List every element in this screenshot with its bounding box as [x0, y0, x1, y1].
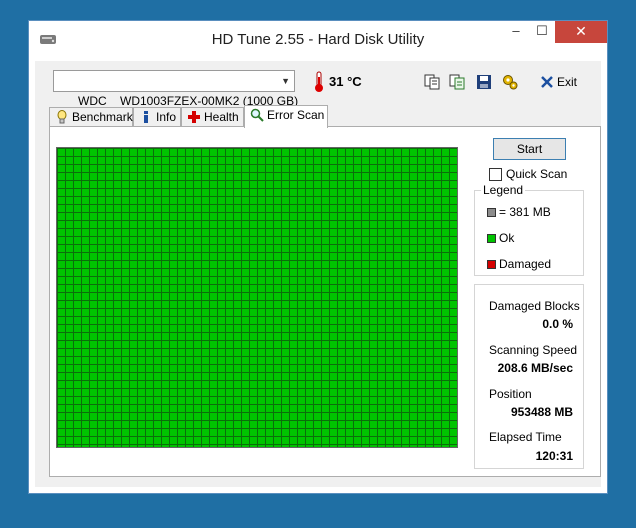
exit-x-icon: [541, 76, 553, 88]
scanning-speed-label: Scanning Speed: [489, 343, 578, 357]
position-value: 953488 MB: [510, 405, 573, 419]
minimize-button[interactable]: –: [503, 21, 529, 43]
legend-item-block-size: = 381 MB: [487, 205, 551, 219]
quick-scan-label: Quick Scan: [506, 167, 568, 181]
position-label: Position: [489, 387, 532, 401]
legend-item-ok: Ok: [487, 231, 514, 245]
elapsed-time-label: Elapsed Time: [489, 430, 562, 444]
options-icon[interactable]: [501, 73, 519, 91]
temperature-readout: 31 °C: [329, 74, 362, 89]
info-icon: [144, 111, 148, 123]
error-scan-panel: Start Quick Scan Legend = 381 MB Ok Dama…: [49, 126, 601, 477]
health-icon: [188, 111, 200, 123]
legend-item-label: = 381 MB: [499, 205, 551, 219]
title-bar[interactable]: HD Tune 2.55 - Hard Disk Utility – ☐ ✕: [29, 21, 607, 59]
block-size-swatch: [487, 207, 496, 217]
legend-group: Legend = 381 MB Ok Damaged: [474, 183, 584, 276]
error-scan-icon: [250, 108, 264, 122]
scanning-speed-value: 208.6 MB/sec: [497, 361, 573, 375]
scan-statistics: Damaged Blocks 0.0 % Scanning Speed 208.…: [474, 284, 584, 469]
legend-item-label: Damaged: [499, 257, 552, 271]
exit-label: Exit: [557, 75, 578, 89]
legend-title: Legend: [481, 183, 526, 197]
damaged-blocks-value: 0.0 %: [542, 317, 573, 331]
tab-health[interactable]: Health: [181, 107, 244, 127]
close-button[interactable]: ✕: [555, 21, 607, 43]
legend-item-label: Ok: [499, 231, 515, 245]
tab-benchmark-label: Benchmark: [72, 110, 133, 124]
quick-scan-checkbox[interactable]: Quick Scan: [489, 167, 567, 181]
maximize-button[interactable]: ☐: [529, 21, 555, 43]
scan-block-map: [56, 147, 458, 448]
benchmark-icon: [57, 110, 67, 124]
thermometer-icon: [315, 71, 323, 92]
ok-swatch: [487, 233, 496, 243]
chevron-down-icon: ▼: [281, 76, 290, 86]
elapsed-time-value: 120:31: [535, 449, 573, 463]
tab-error-scan-label: Error Scan: [267, 108, 325, 122]
tab-health-label: Health: [204, 110, 239, 124]
copy-icon[interactable]: [423, 73, 441, 91]
app-window: HD Tune 2.55 - Hard Disk Utility – ☐ ✕ W…: [28, 20, 608, 494]
tab-info[interactable]: Info: [133, 107, 181, 127]
damaged-blocks-label: Damaged Blocks: [489, 299, 580, 313]
start-button[interactable]: Start: [493, 138, 566, 160]
client-area: WDC WD1003FZEX-00MK2 (1000 GB) ▼ 31 °C E…: [35, 61, 601, 487]
drive-dropdown[interactable]: WDC WD1003FZEX-00MK2 (1000 GB) ▼: [53, 70, 298, 108]
tab-error-scan[interactable]: Error Scan: [244, 105, 328, 128]
exit-button[interactable]: Exit: [541, 73, 577, 91]
legend-item-damaged: Damaged: [487, 257, 551, 271]
copy-info-icon[interactable]: [448, 73, 466, 91]
save-icon[interactable]: [475, 73, 493, 91]
tab-benchmark[interactable]: Benchmark: [49, 107, 133, 127]
tab-info-label: Info: [156, 110, 177, 124]
checkbox-box[interactable]: [489, 167, 502, 181]
damaged-swatch: [487, 259, 496, 269]
